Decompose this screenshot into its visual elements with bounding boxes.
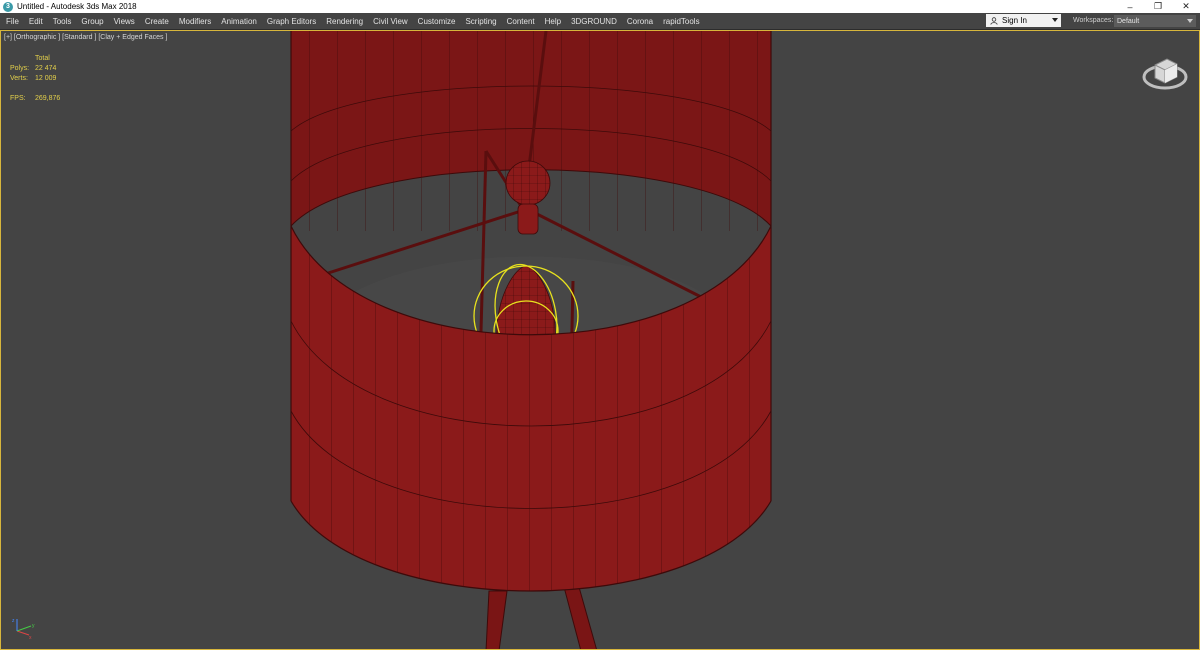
menu-corona[interactable]: Corona [627,17,653,26]
stats-header: Total [35,55,50,62]
window-controls: – ❐ ✕ [1116,0,1200,13]
close-button[interactable]: ✕ [1172,0,1200,13]
polys-label: Polys: [10,65,30,72]
sign-in-label: Sign In [1002,16,1027,25]
svg-text:z: z [12,618,15,624]
menu-create[interactable]: Create [145,17,169,26]
viewcube-icon[interactable] [1141,51,1189,93]
verts-value: 12 009 [35,75,57,82]
menu-content[interactable]: Content [507,17,535,26]
menu-tools[interactable]: Tools [53,17,72,26]
user-icon [990,16,998,25]
fps-value: 269,876 [35,95,61,102]
workspaces-value: Default [1117,17,1140,25]
minimize-button[interactable]: – [1116,0,1144,13]
viewport-label[interactable]: [+] [Orthographic ] [Standard ] [Clay + … [4,34,167,41]
menu-modifiers[interactable]: Modifiers [179,17,211,26]
lamp-legs [485,586,597,649]
menu-rendering[interactable]: Rendering [326,17,363,26]
menu-scripting[interactable]: Scripting [465,17,496,26]
sign-in-dropdown[interactable]: Sign In [986,14,1061,27]
polys-value: 22 474 [35,65,57,72]
menu-views[interactable]: Views [114,17,135,26]
axis-tripod-icon: x y z [12,618,35,639]
chevron-down-icon [1187,19,1193,23]
verts-label: Verts: [10,75,28,82]
menu-help[interactable]: Help [545,17,561,26]
window-title: Untitled - Autodesk 3ds Max 2018 [17,2,137,11]
menu-edit[interactable]: Edit [29,17,43,26]
menu-file[interactable]: File [6,17,19,26]
restore-button[interactable]: ❐ [1144,0,1172,13]
workspaces-select[interactable]: Default [1114,15,1196,27]
menu-graph-editors[interactable]: Graph Editors [267,17,316,26]
title-bar: 3 Untitled - Autodesk 3ds Max 2018 – ❐ ✕ [0,0,1200,13]
menu-customize[interactable]: Customize [418,17,456,26]
menu-group[interactable]: Group [81,17,103,26]
scene-canvas[interactable] [1,31,1199,649]
svg-text:y: y [32,623,35,629]
fps-label: FPS: [10,95,26,102]
svg-text:x: x [29,635,32,639]
menu-civil-view[interactable]: Civil View [373,17,408,26]
menu-rapidtools[interactable]: rapidTools [663,17,699,26]
workspaces-label: Workspaces: [1073,17,1114,24]
perspective-viewport[interactable]: [+] [Orthographic ] [Standard ] [Clay + … [0,30,1200,650]
3ds-max-icon[interactable]: 3 [3,1,13,12]
viewport-statistics: Total Polys: 22 474 Verts: 12 009 FPS: 269,… [10,54,60,104]
chevron-down-icon [1052,18,1058,22]
menu-animation[interactable]: Animation [221,17,257,26]
menu-3dground[interactable]: 3DGROUND [571,17,617,26]
